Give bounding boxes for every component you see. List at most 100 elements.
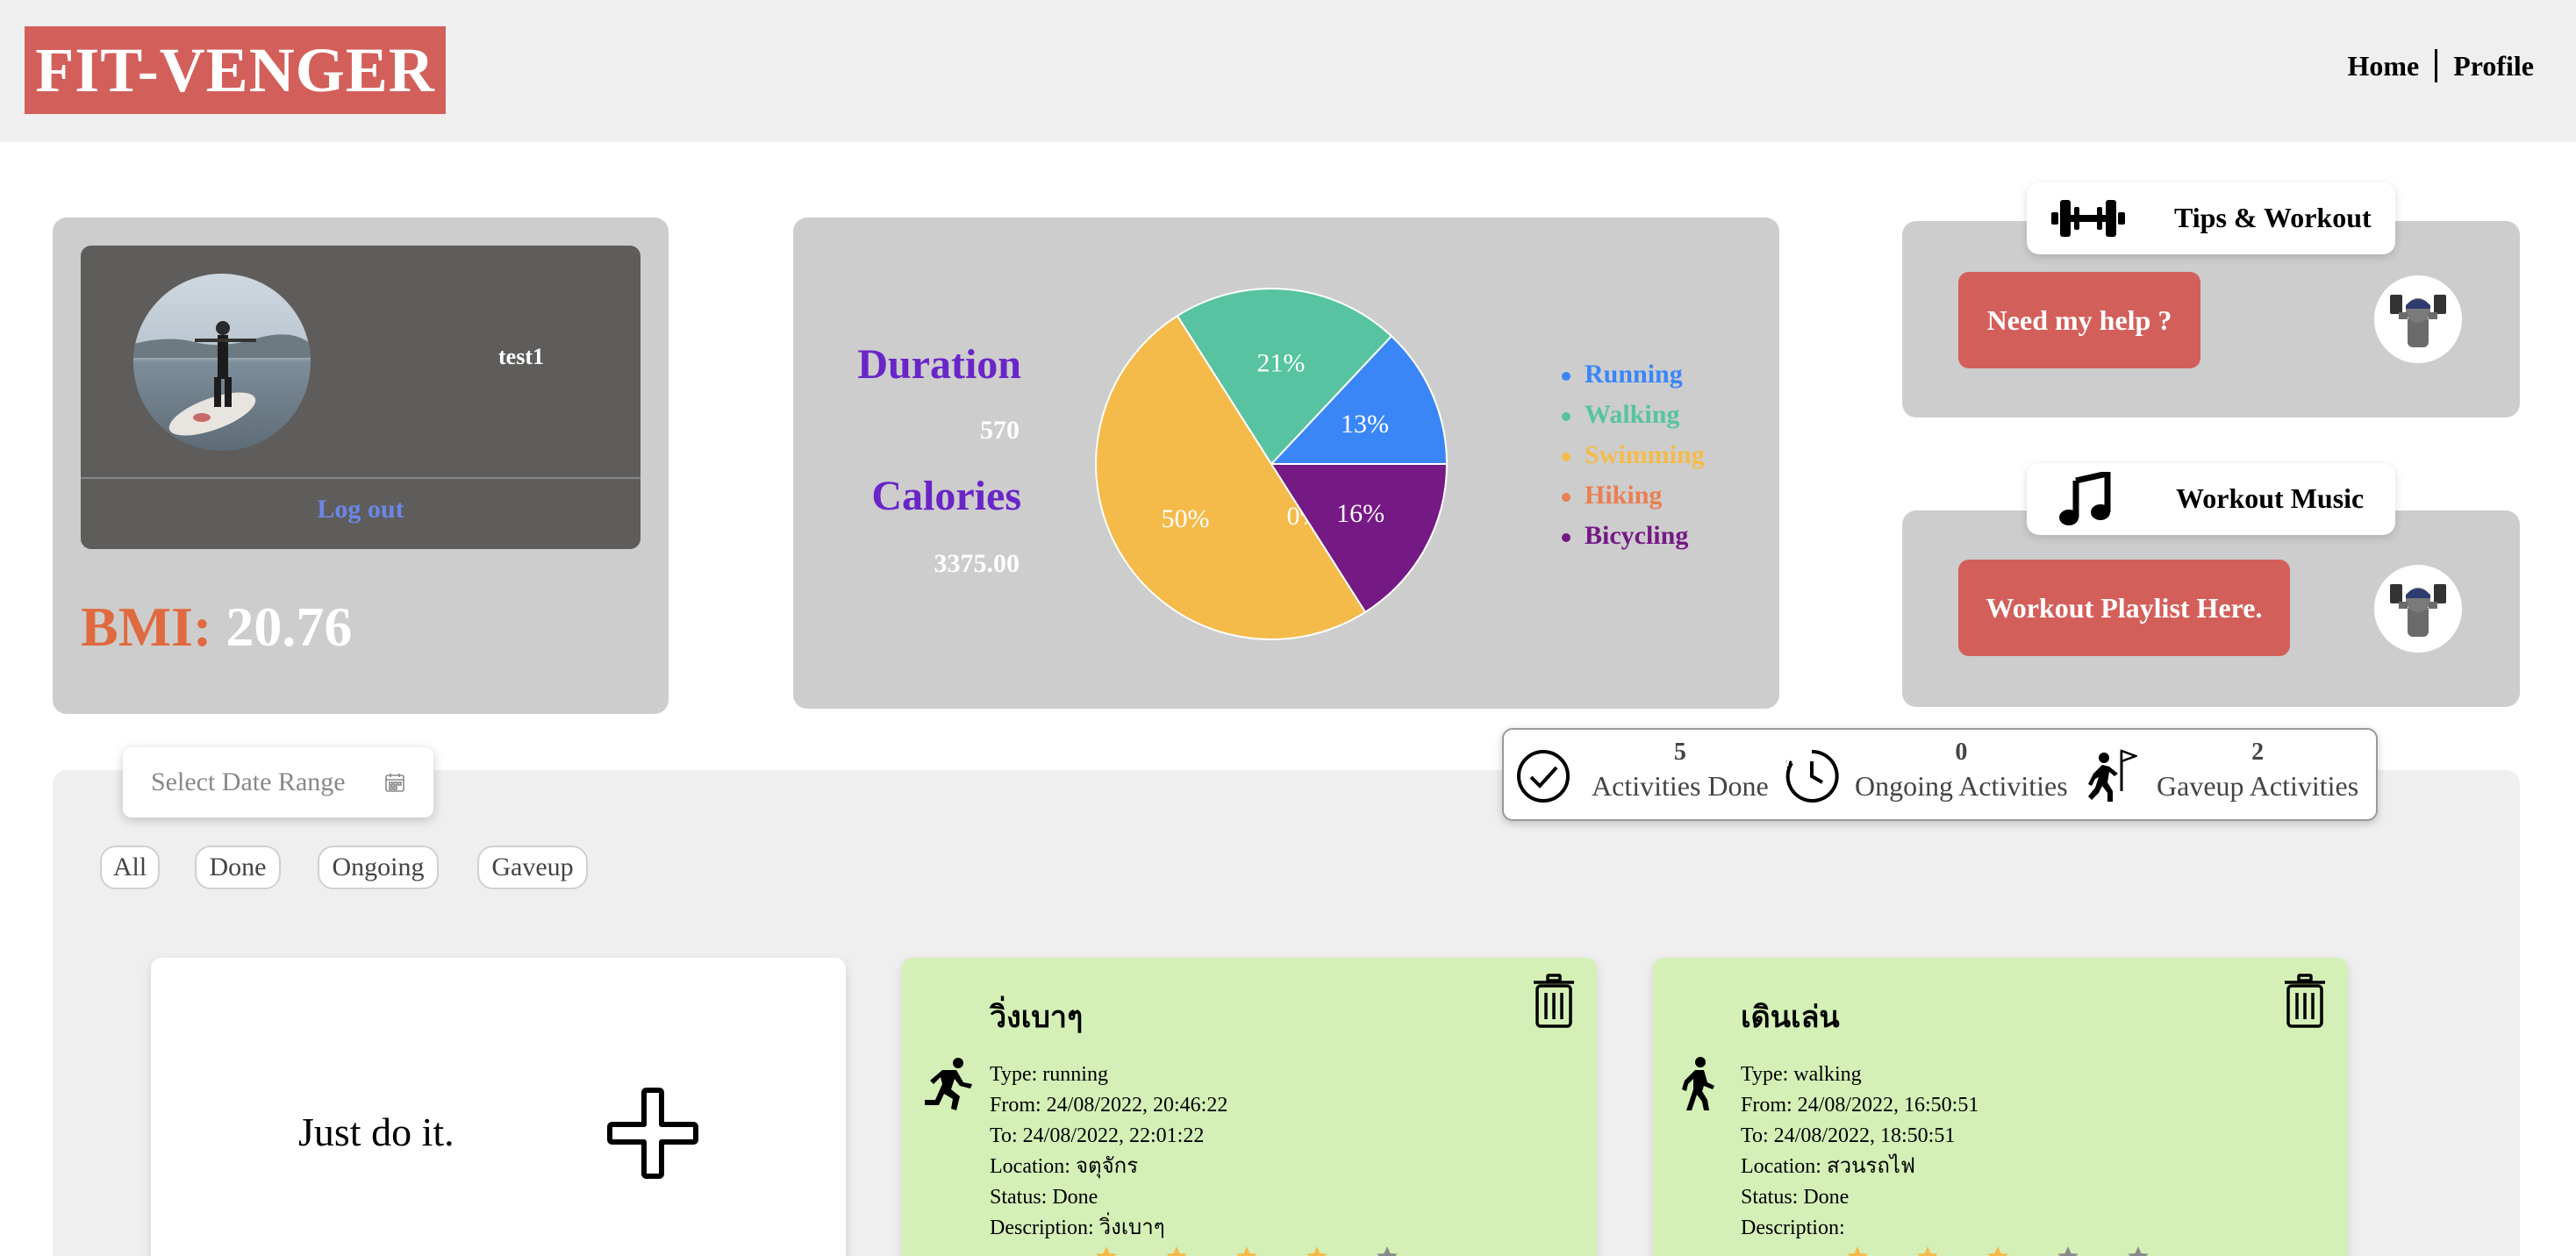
summary-ongoing-count: 0: [1955, 739, 1968, 766]
star-icon[interactable]: [1235, 1245, 1258, 1256]
legend-item-walking[interactable]: Walking: [1562, 395, 1705, 435]
star-icon[interactable]: [1846, 1245, 1869, 1256]
filter-ongoing[interactable]: Ongoing: [318, 846, 439, 889]
profile-panel: test1 Log out BMI: 20.76: [53, 218, 669, 714]
summary-gaveup-count: 2: [2251, 739, 2265, 766]
summary-gaveup: 2 Gaveup Activities: [2157, 739, 2358, 803]
activity-location: Location: สวนรถไฟ: [1741, 1155, 1915, 1178]
star-icon[interactable]: [2127, 1245, 2150, 1256]
activity-description: Description:: [1741, 1217, 1845, 1239]
activity-pie-chart: 13%21%50%0%16%: [1095, 288, 1449, 640]
music-title-pill: Workout Music: [2027, 463, 2395, 535]
activity-card[interactable]: เดินเล่น Type: walking From: 24/08/2022,…: [1653, 958, 2348, 1256]
star-icon[interactable]: [2057, 1245, 2079, 1256]
legend-dot: [1562, 453, 1571, 462]
activity-type: Type: walking: [1741, 1063, 1862, 1086]
summary-ongoing: 0 Ongoing Activities: [1855, 739, 2068, 803]
summary-gaveup-label: Gaveup Activities: [2157, 770, 2359, 802]
tips-title-pill: Tips & Workout: [2027, 182, 2395, 254]
legend-dot: [1562, 493, 1571, 503]
activity-type: Type: running: [990, 1063, 1108, 1086]
mascot-avatar: [2374, 565, 2462, 653]
summary-done-label: Activities Done: [1592, 770, 1769, 802]
profile-card: test1 Log out: [81, 246, 640, 549]
trash-icon[interactable]: [2283, 974, 2327, 1032]
duration-label: Duration: [857, 341, 1021, 388]
chart-legend: Running Walking Swimming Hiking Bicycling: [1562, 354, 1705, 556]
date-range-placeholder: Select Date Range: [151, 767, 346, 796]
trash-icon[interactable]: [1532, 974, 1576, 1032]
workout-playlist-button[interactable]: Workout Playlist Here.: [1958, 560, 2290, 656]
avatar: [133, 274, 311, 451]
mascot-avatar: [2374, 275, 2462, 363]
pie-data-label-walking: 21%: [1256, 349, 1305, 378]
filter-done[interactable]: Done: [195, 846, 281, 889]
legend-label: Bicycling: [1585, 521, 1689, 550]
legend-item-bicycling[interactable]: Bicycling: [1562, 516, 1705, 556]
activity-location: Location: จตุจักร: [990, 1155, 1139, 1178]
activity-title: เดินเล่น: [1741, 1002, 1840, 1034]
bmi-value: 20.76: [225, 596, 353, 658]
activity-title: วิ่งเบาๆ: [990, 1002, 1084, 1034]
activity-summary: 5 Activities Done 0 Ongoing Activities 2…: [1502, 728, 2378, 821]
activity-details: Type: walking From: 24/08/2022, 16:50:51…: [1741, 1060, 1979, 1244]
pie-data-label-bicycling: 16%: [1336, 499, 1385, 528]
legend-label: Swimming: [1585, 440, 1705, 469]
music-note-icon: [2058, 469, 2113, 532]
calories-value: 3375.00: [934, 549, 1020, 578]
activity-to: To: 24/08/2022, 18:50:51: [1741, 1124, 1956, 1147]
activity-description: Description: วิ่งเบาๆ: [990, 1217, 1165, 1239]
legend-item-swimming[interactable]: Swimming: [1562, 435, 1705, 475]
logout-button[interactable]: Log out: [81, 495, 640, 525]
rating-stars: [1846, 1245, 2150, 1256]
summary-done-count: 5: [1673, 739, 1686, 766]
activity-from: From: 24/08/2022, 16:50:51: [1741, 1094, 1979, 1117]
stats-panel: Duration 570 Calories 3375.00 13%21%50%0…: [793, 218, 1779, 709]
star-icon[interactable]: [1376, 1245, 1399, 1256]
legend-dot: [1562, 412, 1571, 422]
pie-data-label-running: 13%: [1341, 410, 1389, 439]
bmi-label: BMI:: [81, 596, 212, 658]
legend-label: Walking: [1585, 400, 1680, 429]
add-activity-card[interactable]: Just do it.: [151, 958, 846, 1256]
app-logo[interactable]: FIT-VENGER: [25, 26, 446, 114]
walking-icon: [1679, 1056, 1718, 1117]
activity-card[interactable]: วิ่งเบาๆ Type: running From: 24/08/2022,…: [902, 958, 1597, 1256]
nav-home-link[interactable]: Home: [2347, 50, 2419, 82]
rating-stars: [1095, 1245, 1399, 1256]
dumbbell-icon: [2051, 195, 2125, 246]
legend-label: Hiking: [1585, 481, 1663, 510]
summary-done: 5 Activities Done: [1592, 739, 1769, 803]
activity-from: From: 24/08/2022, 20:46:22: [990, 1094, 1228, 1117]
calendar-icon: [384, 772, 405, 797]
star-icon[interactable]: [1986, 1245, 2009, 1256]
nav-profile-link[interactable]: Profile: [2453, 50, 2534, 82]
filter-gaveup[interactable]: Gaveup: [477, 846, 588, 889]
running-icon: [923, 1056, 976, 1117]
pie-data-label-swimming: 50%: [1162, 504, 1210, 533]
activity-status: Status: Done: [990, 1186, 1098, 1209]
profile-divider: [81, 477, 640, 479]
filter-all[interactable]: All: [100, 846, 160, 889]
music-panel: Workout Playlist Here.: [1902, 510, 2520, 707]
star-icon[interactable]: [1306, 1245, 1328, 1256]
star-icon[interactable]: [1095, 1245, 1118, 1256]
clock-icon: [1785, 749, 1839, 808]
legend-dot: [1562, 372, 1571, 382]
nav-separator: [2435, 49, 2438, 82]
bmi-display: BMI: 20.76: [81, 595, 352, 660]
plus-icon[interactable]: [607, 1088, 698, 1183]
tips-title: Tips & Workout: [2174, 202, 2372, 233]
music-title: Workout Music: [2176, 482, 2365, 514]
activity-details: Type: running From: 24/08/2022, 20:46:22…: [990, 1060, 1227, 1244]
activity-to: To: 24/08/2022, 22:01:22: [990, 1124, 1205, 1147]
date-range-picker[interactable]: Select Date Range: [123, 747, 433, 817]
star-icon[interactable]: [1916, 1245, 1939, 1256]
add-card-slogan: Just do it.: [298, 1110, 454, 1154]
top-header: FIT-VENGER Home Profile: [0, 0, 2576, 142]
star-icon[interactable]: [1165, 1245, 1188, 1256]
legend-item-hiking[interactable]: Hiking: [1562, 475, 1705, 516]
need-help-button[interactable]: Need my help ?: [1958, 272, 2200, 368]
legend-item-running[interactable]: Running: [1562, 354, 1705, 395]
check-circle-icon: [1516, 749, 1571, 808]
